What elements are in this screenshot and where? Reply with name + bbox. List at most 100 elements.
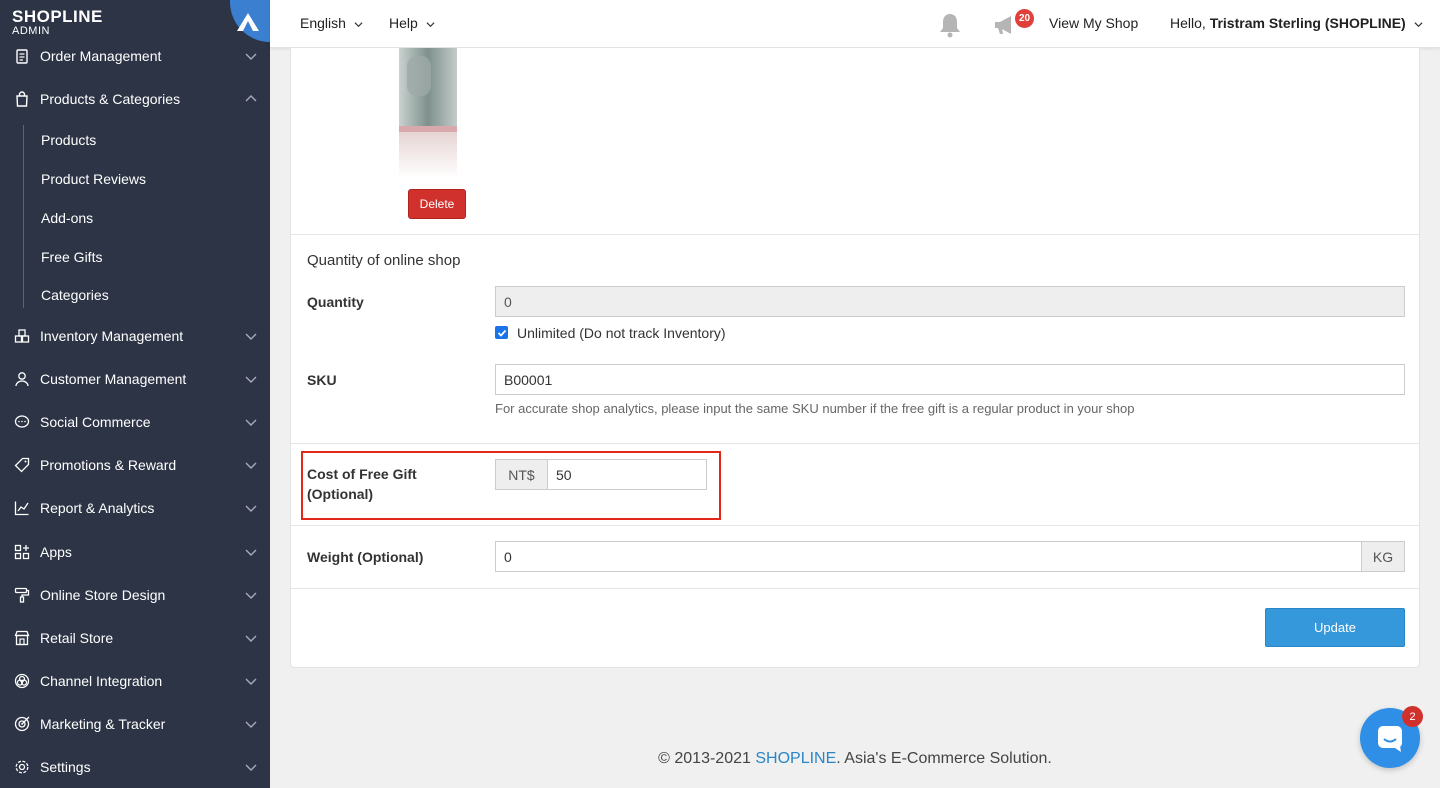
sidebar-subitem-product-reviews[interactable]: Product Reviews: [41, 171, 146, 187]
sidebar-item-online-store-design[interactable]: Online Store Design: [0, 575, 270, 615]
user-icon: [13, 370, 31, 388]
sidebar-item-label: Apps: [40, 544, 72, 560]
quantity-input[interactable]: 0: [495, 286, 1405, 317]
sidebar-item-inventory-management[interactable]: Inventory Management: [0, 316, 270, 356]
divider: [291, 234, 1419, 235]
tag-icon: [13, 456, 31, 474]
cost-input[interactable]: 50: [547, 459, 707, 490]
update-button[interactable]: Update: [1265, 608, 1405, 647]
sidebar-item-report-analytics[interactable]: Report & Analytics: [0, 488, 270, 528]
sidebar-item-marketing-tracker[interactable]: Marketing & Tracker: [0, 704, 270, 744]
sidebar-item-channel-integration[interactable]: Channel Integration: [0, 661, 270, 701]
sku-help-text: For accurate shop analytics, please inpu…: [495, 401, 1135, 416]
sidebar-item-label: Promotions & Reward: [40, 457, 177, 473]
target-icon: [13, 715, 31, 733]
sidebar-subitem-products[interactable]: Products: [41, 132, 96, 148]
sidebar-item-label: Customer Management: [40, 371, 187, 387]
weight-input[interactable]: 0: [495, 541, 1362, 572]
brand-name: SHOPLINE: [12, 7, 103, 26]
sidebar-item-products-categories[interactable]: Products & Categories: [0, 79, 270, 119]
submenu-line: [23, 125, 24, 308]
user-name: Tristram Sterling (SHOPLINE): [1209, 15, 1406, 31]
help-label: Help: [389, 15, 418, 31]
sidebar-subitem-categories[interactable]: Categories: [41, 287, 109, 303]
user-menu[interactable]: Hello, Tristram Sterling (SHOPLINE): [1170, 15, 1423, 31]
apps-grid-icon: [13, 543, 31, 561]
checkmark-icon: [497, 329, 506, 337]
section-title: Quantity of online shop: [307, 252, 461, 269]
unlimited-label: Unlimited (Do not track Inventory): [517, 325, 726, 341]
sidebar-item-label: Marketing & Tracker: [40, 716, 166, 732]
footer: © 2013-2021 SHOPLINE. Asia's E-Commerce …: [270, 750, 1440, 768]
chevron-down-icon: [426, 22, 435, 27]
sidebar: SHOPLINE ADMIN Order Management Products…: [0, 0, 270, 788]
chevron-down-icon: [245, 505, 257, 512]
chevron-down-icon: [245, 549, 257, 556]
chat-badge: 2: [1402, 706, 1423, 727]
sidebar-item-label: Products & Categories: [40, 91, 181, 107]
boxes-icon: [13, 327, 31, 345]
chart-icon: [13, 499, 31, 517]
sidebar-subitem-add-ons[interactable]: Add-ons: [41, 210, 93, 226]
chevron-down-icon: [245, 333, 257, 340]
sidebar-item-label: Social Commerce: [40, 414, 151, 430]
footer-tagline: . Asia's E-Commerce Solution.: [836, 750, 1052, 767]
divider: [291, 443, 1419, 444]
sidebar-subitem-free-gifts[interactable]: Free Gifts: [41, 249, 102, 265]
bell-icon[interactable]: [938, 12, 962, 38]
sidebar-item-apps[interactable]: Apps: [0, 532, 270, 572]
quantity-label: Quantity: [307, 294, 364, 310]
footer-brand-link[interactable]: SHOPLINE: [755, 750, 836, 767]
language-dropdown[interactable]: English: [300, 15, 363, 31]
sidebar-item-customer-management[interactable]: Customer Management: [0, 359, 270, 399]
language-label: English: [300, 15, 346, 31]
sidebar-item-label: Channel Integration: [40, 673, 163, 689]
chat-bubble-icon: [13, 413, 31, 431]
chevron-down-icon: [354, 22, 363, 27]
chevron-down-icon: [245, 53, 257, 60]
sku-input[interactable]: B00001: [495, 364, 1405, 395]
copyright-text: © 2013-2021: [658, 750, 751, 767]
sidebar-item-settings[interactable]: Settings: [0, 747, 270, 787]
channels-icon: [13, 672, 31, 690]
chat-icon: [1378, 726, 1402, 752]
notification-badge: 20: [1015, 9, 1034, 28]
store-icon: [13, 629, 31, 647]
clipboard-icon: [13, 47, 31, 65]
gear-icon: [13, 758, 31, 776]
view-my-shop-link[interactable]: View My Shop: [1049, 15, 1138, 31]
sidebar-item-label: Settings: [40, 759, 91, 775]
sidebar-item-label: Order Management: [40, 48, 162, 64]
mountain-logo-icon: [237, 13, 259, 31]
chevron-down-icon: [245, 764, 257, 771]
shopping-bag-icon: [13, 90, 31, 108]
sku-label: SKU: [307, 372, 337, 388]
help-dropdown[interactable]: Help: [389, 15, 435, 31]
sidebar-item-order-management[interactable]: Order Management: [0, 36, 270, 76]
chevron-down-icon: [1414, 22, 1423, 27]
sidebar-item-label: Report & Analytics: [40, 500, 155, 516]
top-bar: English Help 20 View My Shop Hello, Tris…: [270, 0, 1440, 48]
divider: [291, 525, 1419, 526]
free-gift-form-card: Delete Quantity of online shop Quantity …: [290, 48, 1420, 668]
sidebar-item-label: Online Store Design: [40, 587, 166, 603]
greeting-text: Hello,: [1170, 15, 1206, 31]
product-image: [399, 48, 457, 178]
chevron-up-icon: [245, 95, 257, 102]
chevron-down-icon: [245, 376, 257, 383]
sidebar-item-label: Retail Store: [40, 630, 114, 646]
unlimited-checkbox[interactable]: [495, 326, 508, 339]
sidebar-item-social-commerce[interactable]: Social Commerce: [0, 402, 270, 442]
sidebar-item-promotions-reward[interactable]: Promotions & Reward: [0, 445, 270, 485]
divider: [291, 588, 1419, 589]
sidebar-item-label: Inventory Management: [40, 328, 184, 344]
chevron-down-icon: [245, 462, 257, 469]
delete-image-button[interactable]: Delete: [408, 189, 466, 219]
paint-roller-icon: [13, 586, 31, 604]
currency-addon: NT$: [495, 459, 548, 490]
chevron-down-icon: [245, 678, 257, 685]
chevron-down-icon: [245, 419, 257, 426]
sidebar-item-retail-store[interactable]: Retail Store: [0, 618, 270, 658]
cost-label: Cost of Free Gift (Optional): [307, 466, 417, 502]
weight-label: Weight (Optional): [307, 549, 424, 565]
